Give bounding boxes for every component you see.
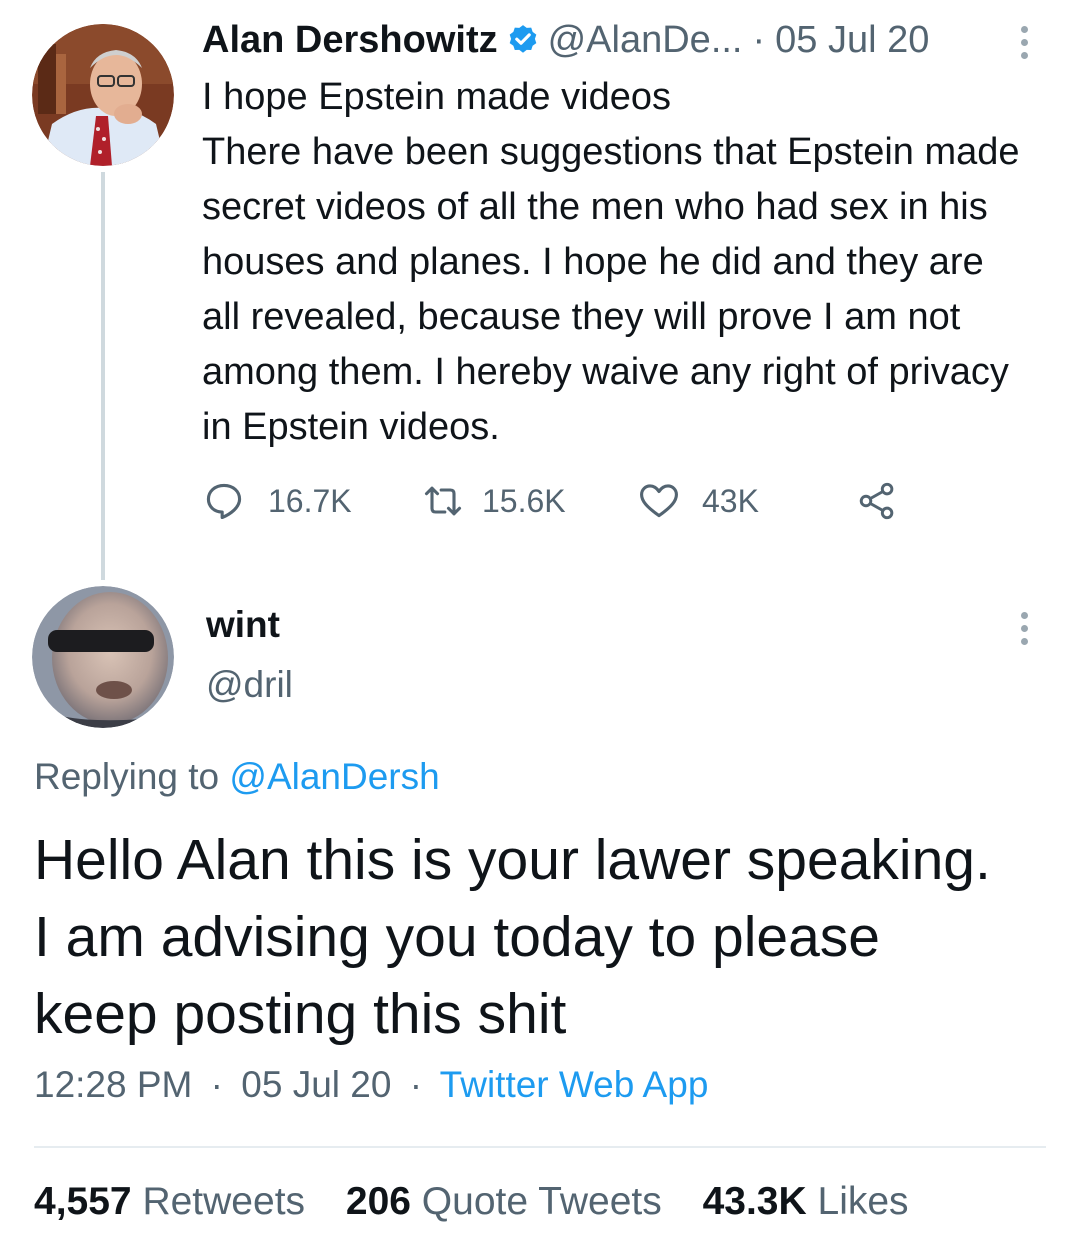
tweet-header: Alan Dershowitz @AlanDe... · 05 Jul 20: [202, 14, 929, 66]
author-handle[interactable]: @AlanDe...: [548, 19, 743, 62]
like-count: 43K: [702, 482, 759, 519]
verified-badge-icon: [506, 23, 540, 57]
replying-to-line: Replying to @AlanDersh: [34, 756, 440, 798]
replying-prefix: Replying to: [34, 756, 220, 797]
tweet-meta: 12:28 PM · 05 Jul 20 · Twitter Web App: [34, 1064, 708, 1106]
reply-icon: [206, 483, 242, 520]
avatar-image: [32, 24, 174, 166]
separator-dot: ·: [752, 18, 766, 61]
quote-tweets-stat[interactable]: 206 Quote Tweets: [346, 1180, 662, 1223]
tweet-date[interactable]: 05 Jul 20: [241, 1064, 391, 1105]
like-button[interactable]: 43K: [636, 479, 854, 523]
reply-author-name[interactable]: wint: [206, 604, 280, 646]
tweet-text: I hope Epstein made videos There have be…: [202, 76, 1020, 448]
likes-stat[interactable]: 43.3K Likes: [703, 1180, 909, 1223]
retweet-count: 15.6K: [482, 482, 566, 519]
reply-button[interactable]: 16.7K: [202, 479, 420, 523]
replying-to-link[interactable]: @AlanDersh: [229, 756, 439, 797]
reply-tweet-text: Hello Alan this is your lawer speaking. …: [34, 828, 991, 1046]
share-button[interactable]: [854, 479, 900, 523]
retweets-stat[interactable]: 4,557 Retweets: [34, 1180, 305, 1223]
separator-dot: ·: [210, 1064, 223, 1105]
avatar-alan-dershowitz[interactable]: [32, 24, 174, 166]
likes-label: Likes: [817, 1180, 909, 1223]
like-icon: [640, 484, 678, 518]
thread-connector-line: [101, 172, 105, 580]
tweet-date[interactable]: 05 Jul 20: [775, 19, 929, 62]
more-options-icon[interactable]: [1018, 612, 1030, 651]
tweet-time[interactable]: 12:28 PM: [34, 1064, 192, 1105]
retweets-count: 4,557: [34, 1180, 132, 1223]
avatar-image: [32, 586, 174, 728]
reply-count: 16.7K: [268, 482, 352, 519]
retweet-icon: [424, 486, 462, 516]
divider: [34, 1146, 1046, 1148]
share-icon: [859, 482, 894, 520]
reply-author-handle[interactable]: @dril: [206, 664, 293, 706]
author-name[interactable]: Alan Dershowitz: [202, 19, 498, 62]
avatar-wint[interactable]: [32, 586, 174, 728]
quotes-label: Quote Tweets: [421, 1180, 662, 1223]
tweet-stats: 4,557 Retweets 206 Quote Tweets 43.3K Li…: [34, 1180, 909, 1224]
more-options-icon[interactable]: [1018, 26, 1030, 65]
tweet-source-link[interactable]: Twitter Web App: [440, 1064, 709, 1105]
quotes-count: 206: [345, 1180, 411, 1223]
separator-dot: ·: [409, 1064, 423, 1105]
likes-count: 43.3K: [702, 1180, 807, 1223]
retweets-label: Retweets: [142, 1180, 306, 1223]
retweet-button[interactable]: 15.6K: [420, 479, 636, 523]
tweet-actions: 16.7K 15.6K 43K: [202, 478, 900, 524]
